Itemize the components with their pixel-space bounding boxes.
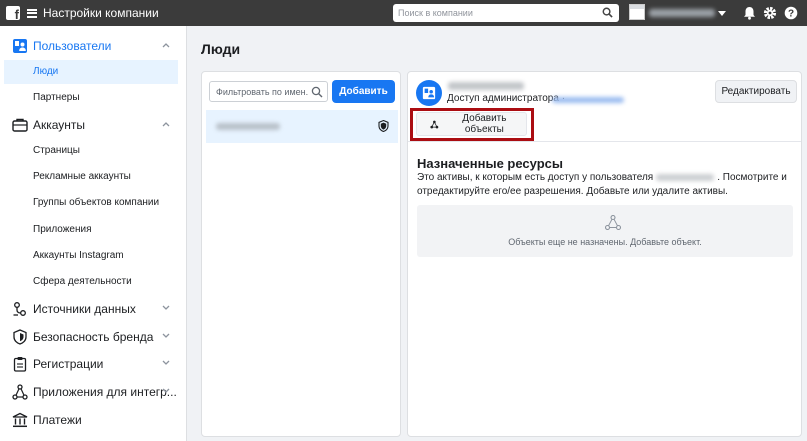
sidebar-item-instagram-accounts[interactable]: Аккаунты Instagram [4, 244, 178, 268]
shield-icon [13, 329, 27, 345]
assets-icon [430, 120, 439, 128]
sidebar-item-business-asset-groups[interactable]: Группы объектов компании [4, 191, 178, 215]
filter-by-name-input[interactable] [210, 82, 308, 101]
account-caret-icon[interactable] [718, 11, 726, 16]
sidebar-item-line-of-business[interactable]: Сфера деятельности [4, 270, 178, 294]
assets-icon [605, 215, 621, 230]
person-name-redacted [216, 123, 280, 130]
integrations-icon [12, 384, 28, 400]
sidebar-section-label: Приложения для интегр... [33, 385, 177, 399]
account-avatar[interactable] [629, 4, 645, 20]
top-bar: Настройки компании ? [0, 0, 807, 26]
sidebar-section-payments[interactable]: Платежи [0, 407, 187, 433]
sidebar-section-registrations[interactable]: Регистрации [0, 351, 187, 377]
sidebar: Пользователи Люди Партнеры Аккаунты Стра… [0, 26, 187, 441]
sidebar-section-data-sources[interactable]: Источники данных [0, 296, 187, 322]
sidebar-item-partners[interactable]: Партнеры [4, 86, 178, 110]
company-search[interactable] [393, 4, 619, 22]
sidebar-section-integrations[interactable]: Приложения для интегр... [0, 379, 187, 405]
sidebar-section-accounts[interactable]: Аккаунты [0, 112, 187, 138]
add-objects-button[interactable]: Добавить объекты [416, 112, 527, 136]
clipboard-icon [13, 357, 27, 372]
sidebar-item-people[interactable]: Люди [4, 60, 178, 84]
chevron-down-icon[interactable] [162, 333, 170, 339]
chevron-down-icon[interactable] [162, 305, 170, 311]
menu-icon[interactable] [27, 8, 37, 18]
account-name[interactable] [649, 9, 715, 17]
people-list-panel: Добавить [201, 71, 401, 437]
page-title: Люди [201, 41, 241, 57]
help-icon[interactable]: ? [784, 6, 798, 20]
empty-state-text: Объекты еще не назначены. Добавьте объек… [508, 237, 702, 247]
sidebar-section-label: Пользователи [33, 39, 112, 53]
user-email-redacted[interactable] [552, 97, 624, 103]
company-search-input[interactable] [393, 8, 593, 18]
assigned-resources-description: Это активы, к которым есть доступ у поль… [417, 171, 792, 199]
facebook-logo-icon[interactable] [6, 6, 20, 22]
user-avatar [416, 80, 442, 106]
person-detail-panel: Доступ администратора · Редактировать До… [407, 71, 802, 437]
data-sources-icon [13, 302, 26, 316]
chevron-up-icon[interactable] [162, 121, 170, 127]
sidebar-section-brand-safety[interactable]: Безопасность бренда [0, 324, 187, 350]
chevron-up-icon[interactable] [162, 42, 170, 48]
gear-icon[interactable] [763, 6, 777, 20]
sidebar-section-label: Источники данных [33, 302, 136, 316]
add-objects-label: Добавить объекты [462, 113, 507, 135]
description-text: Это активы, к которым есть доступ у поль… [417, 172, 654, 183]
chevron-down-icon[interactable] [162, 388, 170, 394]
sidebar-section-label: Платежи [33, 413, 82, 427]
sidebar-item-ad-accounts[interactable]: Рекламные аккаунты [4, 165, 178, 189]
users-icon [13, 39, 27, 53]
svg-text:?: ? [788, 9, 794, 20]
edit-button[interactable]: Редактировать [715, 80, 797, 103]
sidebar-item-pages[interactable]: Страницы [4, 139, 178, 163]
bell-icon[interactable] [743, 6, 756, 20]
empty-state-box: Объекты еще не назначены. Добавьте объек… [417, 205, 793, 257]
sidebar-item-apps[interactable]: Приложения [4, 218, 178, 242]
briefcase-icon [12, 118, 28, 132]
sidebar-section-label: Безопасность бренда [33, 330, 154, 344]
admin-shield-icon [378, 120, 389, 132]
user-name-redacted [656, 173, 715, 181]
search-icon [311, 86, 323, 98]
sidebar-section-users[interactable]: Пользователи [0, 33, 187, 59]
app-title: Настройки компании [43, 6, 159, 20]
search-icon[interactable] [602, 7, 613, 18]
user-badge-icon [422, 86, 436, 100]
user-name-redacted [448, 82, 524, 90]
divider [408, 141, 801, 142]
sidebar-section-label: Аккаунты [33, 118, 86, 132]
add-person-button[interactable]: Добавить [332, 80, 395, 103]
assigned-resources-title: Назначенные ресурсы [417, 156, 563, 171]
sidebar-section-label: Регистрации [33, 357, 104, 371]
chevron-down-icon[interactable] [162, 360, 170, 366]
list-item[interactable] [206, 110, 398, 143]
access-level-text: Доступ администратора · [447, 93, 566, 104]
payments-icon [12, 412, 28, 428]
filter-box[interactable] [209, 81, 328, 102]
